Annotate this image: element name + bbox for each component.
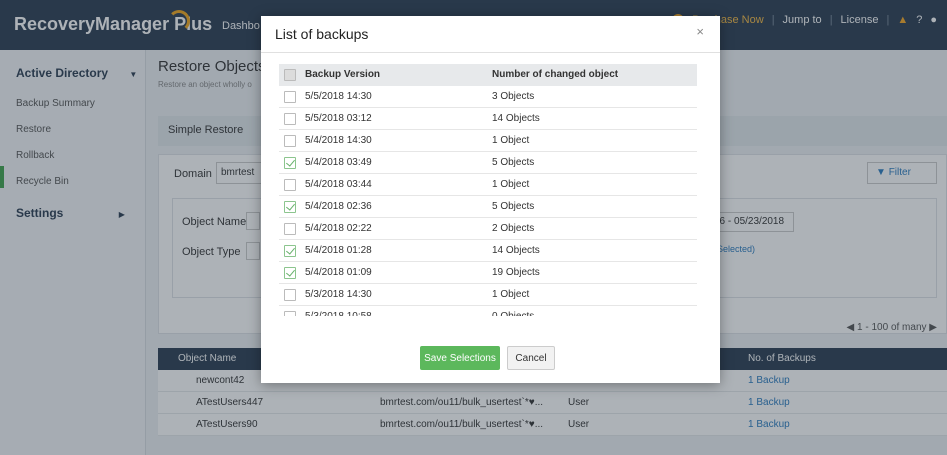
cancel-button[interactable]: Cancel <box>507 346 555 370</box>
row-checkbox[interactable] <box>284 311 296 316</box>
changed-object-count: 1 Object <box>492 289 530 300</box>
row-checkbox-checked[interactable] <box>284 157 296 169</box>
changed-object-count: 3 Objects <box>492 91 535 102</box>
changed-object-count: 0 Objects <box>492 311 534 316</box>
row-checkbox-checked[interactable] <box>284 201 296 213</box>
select-all-checkbox[interactable] <box>284 69 296 81</box>
row-checkbox[interactable] <box>284 135 296 147</box>
close-icon[interactable]: × <box>696 24 704 39</box>
save-selections-button[interactable]: Save Selections <box>420 346 500 370</box>
changed-object-count: 14 Objects <box>492 245 540 256</box>
row-checkbox[interactable] <box>284 289 296 301</box>
backup-version: 5/4/2018 14:30 <box>305 135 372 146</box>
backup-table-header: Backup Version Number of changed object <box>279 64 697 86</box>
row-checkbox-checked[interactable] <box>284 267 296 279</box>
dialog-divider <box>261 52 720 53</box>
changed-object-count: 19 Objects <box>492 267 540 278</box>
table-row[interactable]: 5/4/2018 03:49 5 Objects <box>279 152 697 174</box>
dialog-title: List of backups <box>275 26 369 42</box>
table-row[interactable]: 5/4/2018 02:22 2 Objects <box>279 218 697 240</box>
changed-object-count: 5 Objects <box>492 157 535 168</box>
backup-version: 5/3/2018 10:58 <box>305 311 372 316</box>
row-checkbox[interactable] <box>284 179 296 191</box>
backup-version: 5/4/2018 01:28 <box>305 245 372 256</box>
row-checkbox[interactable] <box>284 113 296 125</box>
table-row[interactable]: 5/4/2018 02:36 5 Objects <box>279 196 697 218</box>
table-row[interactable]: 5/4/2018 01:28 14 Objects <box>279 240 697 262</box>
backup-version: 5/4/2018 03:49 <box>305 157 372 168</box>
backup-version: 5/5/2018 03:12 <box>305 113 372 124</box>
column-header-changed-objects: Number of changed object <box>492 69 619 80</box>
changed-object-count: 1 Object <box>492 179 530 190</box>
backup-version: 5/3/2018 14:30 <box>305 289 372 300</box>
backup-version: 5/4/2018 01:09 <box>305 267 372 278</box>
changed-object-count: 2 Objects <box>492 223 535 234</box>
table-row[interactable]: 5/4/2018 03:44 1 Object <box>279 174 697 196</box>
column-header-backup-version: Backup Version <box>305 69 381 80</box>
changed-object-count: 14 Objects <box>492 113 540 124</box>
row-checkbox[interactable] <box>284 223 296 235</box>
table-row[interactable]: 5/5/2018 14:30 3 Objects <box>279 86 697 108</box>
backup-version: 5/4/2018 02:36 <box>305 201 372 212</box>
row-checkbox-checked[interactable] <box>284 245 296 257</box>
table-row[interactable]: 5/3/2018 10:58 0 Objects <box>279 306 697 316</box>
row-checkbox[interactable] <box>284 91 296 103</box>
table-row[interactable]: 5/3/2018 14:30 1 Object <box>279 284 697 306</box>
table-row[interactable]: 5/4/2018 14:30 1 Object <box>279 130 697 152</box>
backup-version: 5/5/2018 14:30 <box>305 91 372 102</box>
table-row[interactable]: 5/5/2018 03:12 14 Objects <box>279 108 697 130</box>
list-of-backups-dialog: List of backups × Backup Version Number … <box>261 16 720 383</box>
changed-object-count: 5 Objects <box>492 201 535 212</box>
backup-version: 5/4/2018 02:22 <box>305 223 372 234</box>
table-row[interactable]: 5/4/2018 01:09 19 Objects <box>279 262 697 284</box>
changed-object-count: 1 Object <box>492 135 530 146</box>
backup-table: Backup Version Number of changed object … <box>279 64 697 316</box>
backup-version: 5/4/2018 03:44 <box>305 179 372 190</box>
